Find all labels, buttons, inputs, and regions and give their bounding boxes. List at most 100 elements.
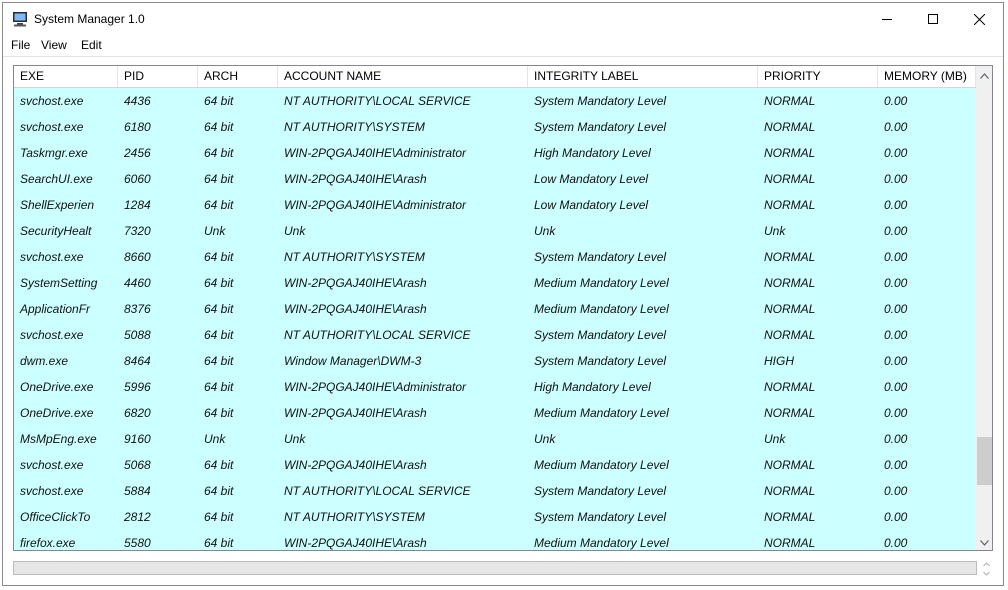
cell-priority: NORMAL <box>764 120 816 134</box>
cell-priority: NORMAL <box>764 146 816 160</box>
cell-pid: 2812 <box>124 510 151 524</box>
table-row[interactable]: OneDrive.exe 5996 64 bit WIN-2PQGAJ40IHE\Ad… <box>14 374 976 400</box>
cell-memory: 0.00 <box>884 406 908 420</box>
process-list[interactable]: EXE PID ARCH ACCOUNT NAME INTEGRITY LABE… <box>13 65 993 551</box>
cell-priority: NORMAL <box>764 198 816 212</box>
column-header-integrity-label[interactable]: INTEGRITY LABEL <box>528 66 758 87</box>
cell-memory: 0.00 <box>884 146 908 160</box>
table-row[interactable]: svchost.exe 5068 64 bit WIN-2PQGAJ40IHE\Ara… <box>14 452 976 478</box>
cell-integrity-label: Unk <box>534 432 556 446</box>
table-row[interactable]: svchost.exe 4436 64 bit NT AUTHORITY\LOCAL … <box>14 88 976 114</box>
column-header-memory[interactable]: MEMORY (MB) <box>878 66 976 87</box>
cell-memory: 0.00 <box>884 354 908 368</box>
cell-integrity-label: Medium Mandatory Level <box>534 406 669 420</box>
column-header-pid[interactable]: PID <box>118 66 198 87</box>
cell-arch: 64 bit <box>204 328 234 342</box>
table-row[interactable]: svchost.exe 5884 64 bit NT AUTHORITY\LOCAL … <box>14 478 976 504</box>
cell-account-name: Unk <box>284 432 306 446</box>
cell-memory: 0.00 <box>884 198 908 212</box>
cell-account-name: WIN-2PQGAJ40IHE\Administrator <box>284 380 467 394</box>
cell-memory: 0.00 <box>884 536 908 550</box>
column-header-arch[interactable]: ARCH <box>198 66 278 87</box>
table-row[interactable]: ApplicationFr 8376 64 bit WIN-2PQGAJ40IHE\A… <box>14 296 976 322</box>
cell-pid: 5088 <box>124 328 151 342</box>
cell-exe: svchost.exe <box>20 250 84 264</box>
cell-account-name: WIN-2PQGAJ40IHE\Arash <box>284 172 427 186</box>
vertical-scrollbar[interactable] <box>976 66 992 550</box>
column-header-priority[interactable]: PRIORITY <box>758 66 878 87</box>
cell-integrity-label: Unk <box>534 224 556 238</box>
table-row[interactable]: svchost.exe 8660 64 bit NT AUTHORITY\SYSTEM… <box>14 244 976 270</box>
column-header-account-name[interactable]: ACCOUNT NAME <box>278 66 528 87</box>
cell-exe: MsMpEng.exe <box>20 432 97 446</box>
window-title: System Manager 1.0 <box>34 12 145 26</box>
close-button[interactable] <box>956 3 1002 35</box>
cell-priority: HIGH <box>764 354 794 368</box>
cell-memory: 0.00 <box>884 224 908 238</box>
cell-memory: 0.00 <box>884 328 908 342</box>
table-row[interactable]: MsMpEng.exe 9160 Unk Unk Unk Unk 0.00 <box>14 426 976 452</box>
cell-memory: 0.00 <box>884 120 908 134</box>
table-row[interactable]: OneDrive.exe 6820 64 bit WIN-2PQGAJ40IHE\Ar… <box>14 400 976 426</box>
cell-priority: NORMAL <box>764 250 816 264</box>
cell-account-name: NT AUTHORITY\SYSTEM <box>284 510 425 524</box>
cell-integrity-label: Medium Mandatory Level <box>534 536 669 550</box>
cell-priority: NORMAL <box>764 172 816 186</box>
scroll-up-button[interactable] <box>976 66 992 83</box>
cell-account-name: Window Manager\DWM-3 <box>284 354 422 368</box>
minimize-button[interactable] <box>864 3 910 35</box>
table-row[interactable]: SystemSetting 4460 64 bit WIN-2PQGAJ40IHE\A… <box>14 270 976 296</box>
column-header-exe[interactable]: EXE <box>14 66 118 87</box>
cell-memory: 0.00 <box>884 458 908 472</box>
cell-exe: SecurityHealt <box>20 224 92 238</box>
cell-arch: 64 bit <box>204 276 234 290</box>
cell-priority: NORMAL <box>764 536 816 550</box>
cell-integrity-label: System Mandatory Level <box>534 120 667 134</box>
table-body: svchost.exe 4436 64 bit NT AUTHORITY\LOCAL … <box>14 88 976 550</box>
cell-integrity-label: High Mandatory Level <box>534 146 651 160</box>
cell-priority: NORMAL <box>764 484 816 498</box>
cell-arch: 64 bit <box>204 94 234 108</box>
menu-view[interactable]: View <box>41 38 67 52</box>
cell-pid: 8464 <box>124 354 151 368</box>
cell-memory: 0.00 <box>884 380 908 394</box>
cell-integrity-label: System Mandatory Level <box>534 484 667 498</box>
table-row[interactable]: Taskmgr.exe 2456 64 bit WIN-2PQGAJ40IHE\Adm… <box>14 140 976 166</box>
cell-priority: Unk <box>764 432 786 446</box>
table-row[interactable]: dwm.exe 8464 64 bit Window Manager\DWM-3 Sys… <box>14 348 976 374</box>
table-row[interactable]: ShellExperien 1284 64 bit WIN-2PQGAJ40IHE\A… <box>14 192 976 218</box>
table-row[interactable]: SecurityHealt 7320 Unk Unk Unk Unk 0.00 <box>14 218 976 244</box>
cell-arch: 64 bit <box>204 510 234 524</box>
cell-arch: 64 bit <box>204 354 234 368</box>
cell-exe: Taskmgr.exe <box>20 146 88 160</box>
menu-edit[interactable]: Edit <box>81 38 102 52</box>
cell-arch: 64 bit <box>204 120 234 134</box>
cell-arch: 64 bit <box>204 536 234 550</box>
table-row[interactable]: OfficeClickTo 2812 64 bit NT AUTHORITY\SYST… <box>14 504 976 530</box>
scrollbar-thumb[interactable] <box>977 437 992 485</box>
cell-pid: 1284 <box>124 198 151 212</box>
cell-integrity-label: Medium Mandatory Level <box>534 276 669 290</box>
cell-memory: 0.00 <box>884 510 908 524</box>
cell-memory: 0.00 <box>884 250 908 264</box>
menu-separator <box>3 56 1003 57</box>
cell-exe: OneDrive.exe <box>20 406 94 420</box>
cell-exe: svchost.exe <box>20 328 84 342</box>
cell-integrity-label: System Mandatory Level <box>534 250 667 264</box>
cell-exe: svchost.exe <box>20 120 84 134</box>
table-row[interactable]: svchost.exe 5088 64 bit NT AUTHORITY\LOCAL … <box>14 322 976 348</box>
maximize-button[interactable] <box>910 3 956 35</box>
menu-file[interactable]: File <box>11 38 30 52</box>
cell-arch: 64 bit <box>204 250 234 264</box>
cell-integrity-label: Medium Mandatory Level <box>534 302 669 316</box>
close-icon <box>973 13 985 25</box>
table-row[interactable]: SearchUI.exe 6060 64 bit WIN-2PQGAJ40IHE\Ar… <box>14 166 976 192</box>
scroll-down-button[interactable] <box>976 533 992 550</box>
cell-exe: ApplicationFr <box>20 302 91 316</box>
title-bar[interactable]: System Manager 1.0 <box>3 3 1003 35</box>
table-row[interactable]: firefox.exe 5580 64 bit WIN-2PQGAJ40IHE\Ara… <box>14 530 976 550</box>
cell-pid: 6820 <box>124 406 151 420</box>
cell-priority: NORMAL <box>764 328 816 342</box>
table-row[interactable]: svchost.exe 6180 64 bit NT AUTHORITY\SYSTEM… <box>14 114 976 140</box>
up-down-spinner[interactable] <box>980 560 993 578</box>
